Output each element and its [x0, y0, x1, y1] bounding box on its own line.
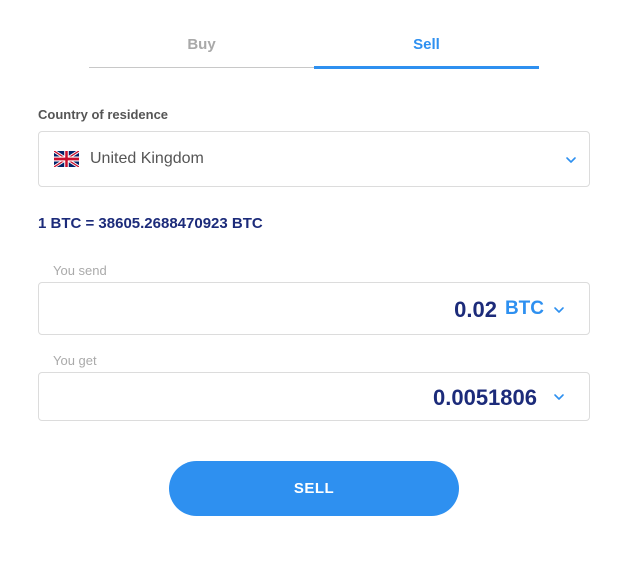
sell-button[interactable]: SELL — [169, 461, 459, 516]
send-amount-field[interactable]: 0.02 BTC — [38, 282, 590, 335]
tab-sell[interactable]: Sell — [314, 30, 539, 70]
get-amount-field[interactable]: 0.0051806 — [38, 372, 590, 421]
send-amount-value[interactable]: 0.02 — [454, 297, 497, 323]
country-label: Country of residence — [38, 107, 169, 122]
country-value: United Kingdom — [90, 150, 204, 167]
uk-flag-icon — [54, 151, 79, 167]
send-currency-select[interactable]: BTC — [505, 298, 544, 320]
exchange-rate: 1 BTC = 38605.2688470923 BTC — [38, 215, 263, 232]
get-amount-value: 0.0051806 — [433, 385, 537, 410]
chevron-down-icon[interactable] — [553, 306, 565, 314]
tab-buy[interactable]: Buy — [89, 30, 314, 70]
send-label: You send — [53, 263, 107, 278]
chevron-down-icon[interactable] — [553, 393, 565, 401]
country-select[interactable]: United Kingdom — [38, 131, 590, 187]
get-label: You get — [53, 353, 97, 368]
buy-sell-tabs: Buy Sell — [89, 30, 539, 70]
chevron-down-icon — [566, 157, 576, 163]
